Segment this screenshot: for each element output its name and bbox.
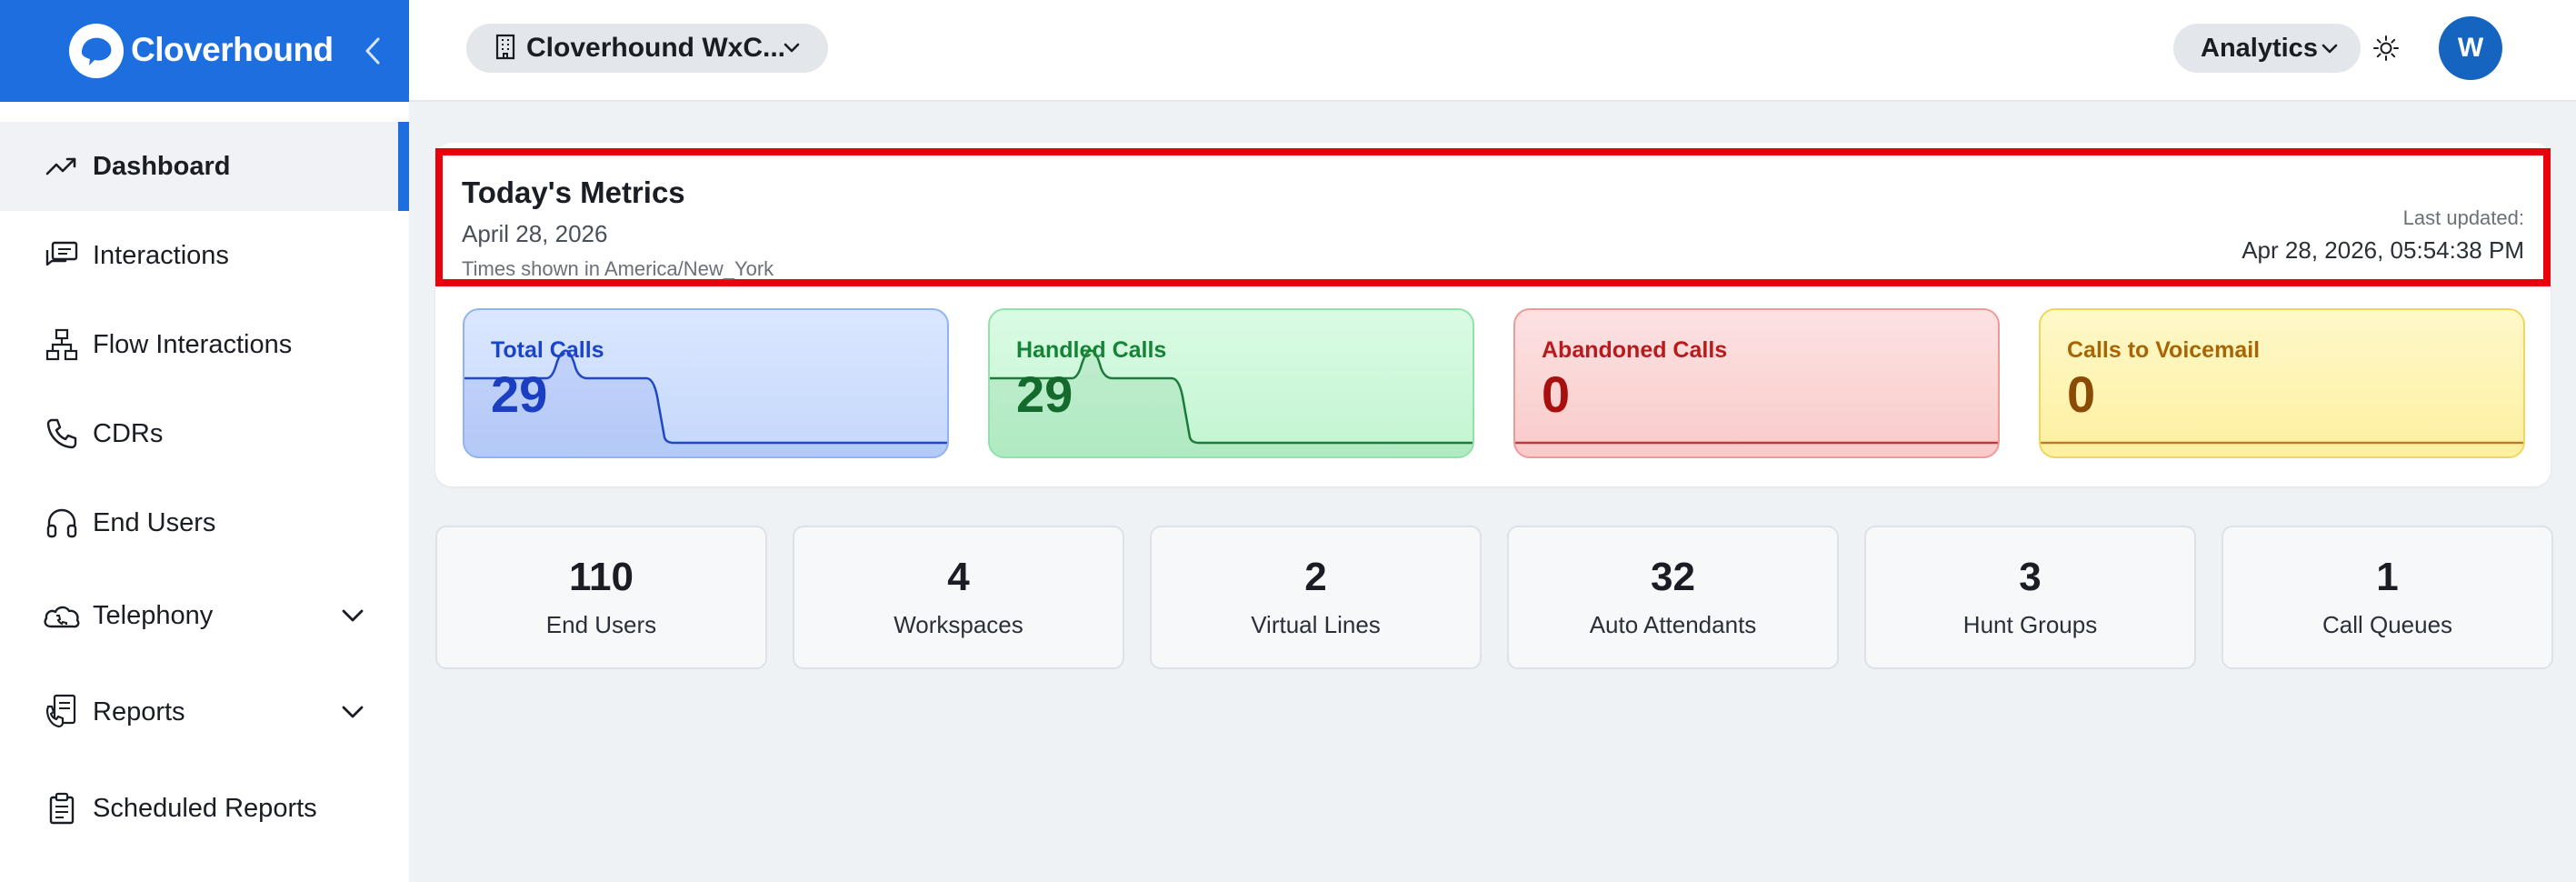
summary-label: Workspaces xyxy=(894,611,1023,638)
sidebar-nav: Dashboard Interactions Flow Interactions… xyxy=(0,122,409,857)
trending-up-icon xyxy=(42,146,82,186)
phone-icon xyxy=(42,414,82,454)
voicemail-calls-sparkline xyxy=(2041,441,2523,445)
summary-card-end-users[interactable]: 110 End Users xyxy=(435,526,767,669)
sidebar: Cloverhound Dashboard Interactions Flow … xyxy=(0,0,409,882)
summary-value: 3 xyxy=(2019,555,2042,599)
summary-value: 4 xyxy=(947,555,970,599)
last-updated-value: Apr 28, 2026, 05:54:38 PM xyxy=(2242,236,2524,264)
sidebar-item-label: End Users xyxy=(93,507,216,537)
stat-label: Handled Calls xyxy=(1016,337,1167,363)
chevron-down-icon[interactable] xyxy=(338,697,367,727)
sidebar-item-dashboard[interactable]: Dashboard xyxy=(0,122,409,211)
stat-value: 29 xyxy=(1016,366,1073,423)
stat-label: Abandoned Calls xyxy=(1542,337,1728,363)
stat-card-total-calls[interactable]: Total Calls 29 xyxy=(463,308,949,458)
chat-bubbles-icon xyxy=(42,236,82,276)
chevron-down-icon xyxy=(781,35,803,65)
last-updated-label: Last updated: xyxy=(2402,206,2524,229)
metrics-date: April 28, 2026 xyxy=(462,220,608,247)
summary-label: Hunt Groups xyxy=(1962,611,2098,638)
todays-metrics-card: Today's Metrics April 28, 2026 Times sho… xyxy=(435,143,2551,486)
sidebar-item-label: Telephony xyxy=(93,600,214,630)
brand-name[interactable]: Cloverhound xyxy=(131,31,334,69)
summary-label: Call Queues xyxy=(2321,611,2453,638)
sidebar-item-cdrs[interactable]: CDRs xyxy=(0,389,409,478)
stat-value: 0 xyxy=(2067,366,2096,423)
cloverhound-logo-icon[interactable] xyxy=(69,24,124,78)
sidebar-item-scheduled-reports[interactable]: Scheduled Reports xyxy=(0,760,409,857)
summary-value: 2 xyxy=(1304,555,1327,599)
stat-label: Total Calls xyxy=(491,337,604,363)
summary-value: 110 xyxy=(569,555,634,599)
stat-value: 0 xyxy=(1542,366,1571,423)
chevron-down-icon xyxy=(2319,37,2341,67)
sun-icon xyxy=(2373,35,2399,61)
sidebar-item-label: Interactions xyxy=(93,240,229,270)
stat-label: Calls to Voicemail xyxy=(2067,337,2261,363)
sidebar-item-label: CDRs xyxy=(93,418,164,448)
sidebar-item-interactions[interactable]: Interactions xyxy=(0,211,409,300)
sidebar-item-label: Dashboard xyxy=(93,151,231,181)
metrics-header-highlight: Today's Metrics April 28, 2026 Times sho… xyxy=(435,148,2551,286)
summary-label: Auto Attendants xyxy=(1589,611,1757,638)
metrics-title: Today's Metrics xyxy=(462,175,685,209)
sidebar-item-reports[interactable]: Reports xyxy=(0,664,409,760)
collapse-sidebar-button[interactable] xyxy=(356,33,389,69)
summary-card-hunt-groups[interactable]: 3 Hunt Groups xyxy=(1864,526,2196,669)
summary-value: 32 xyxy=(1651,555,1695,599)
sidebar-item-telephony[interactable]: Telephony xyxy=(0,567,409,664)
flow-tree-icon xyxy=(42,325,82,365)
sidebar-item-label: Scheduled Reports xyxy=(93,793,317,823)
stat-card-handled-calls[interactable]: Handled Calls 29 xyxy=(988,308,1474,458)
top-bar: Cloverhound WxC... Analytics W xyxy=(409,0,2576,102)
user-avatar[interactable]: W xyxy=(2439,16,2502,80)
summary-card-auto-attendants[interactable]: 32 Auto Attendants xyxy=(1507,526,1839,669)
summary-card-virtual-lines[interactable]: 2 Virtual Lines xyxy=(1150,526,1482,669)
summary-label: Virtual Lines xyxy=(1251,611,1381,638)
abandoned-calls-sparkline xyxy=(1515,441,1998,445)
brand-header: Cloverhound xyxy=(0,0,409,102)
summary-card-call-queues[interactable]: 1 Call Queues xyxy=(2222,526,2553,669)
sidebar-item-label: Reports xyxy=(93,697,185,727)
summary-label: End Users xyxy=(545,611,657,638)
summary-value: 1 xyxy=(2376,555,2399,599)
theme-toggle-button[interactable] xyxy=(2369,31,2403,65)
analytics-menu-button[interactable]: Analytics xyxy=(2173,24,2361,73)
summary-card-workspaces[interactable]: 4 Workspaces xyxy=(793,526,1124,669)
phone-cloud-icon xyxy=(42,596,82,636)
stat-value: 29 xyxy=(491,366,548,423)
analytics-label: Analytics xyxy=(2201,33,2318,63)
stat-card-calls-to-voicemail[interactable]: Calls to Voicemail 0 xyxy=(2039,308,2525,458)
clipboard-icon xyxy=(42,788,82,828)
chevron-left-icon xyxy=(365,37,380,65)
metrics-timezone-note: Times shown in America/New_York xyxy=(462,257,774,280)
sidebar-item-end-users[interactable]: End Users xyxy=(0,478,409,567)
org-selector[interactable]: Cloverhound WxC... xyxy=(466,24,828,73)
stat-card-abandoned-calls[interactable]: Abandoned Calls 0 xyxy=(1513,308,2000,458)
headset-icon xyxy=(42,503,82,543)
phone-report-icon xyxy=(42,692,82,732)
sidebar-item-label: Flow Interactions xyxy=(93,329,293,359)
chevron-down-icon[interactable] xyxy=(338,601,367,630)
building-icon xyxy=(494,33,517,65)
sidebar-item-flow-interactions[interactable]: Flow Interactions xyxy=(0,300,409,389)
org-name: Cloverhound WxC... xyxy=(526,33,785,63)
